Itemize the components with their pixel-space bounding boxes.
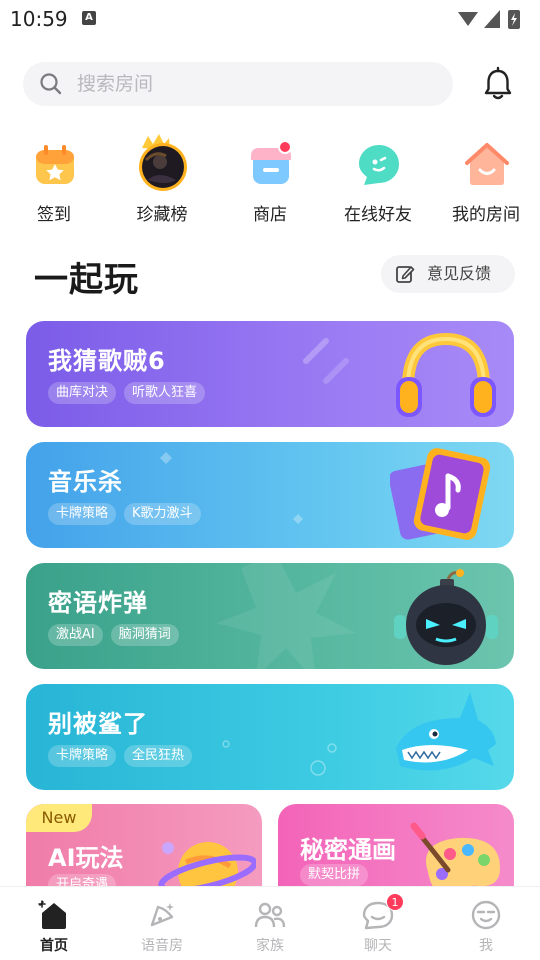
game-tag: 全民狂热 <box>124 745 193 767</box>
headphones-illustration <box>396 332 496 417</box>
game-tag: 卡牌策略 <box>48 745 117 767</box>
game-tag: 默契比拼 <box>300 864 369 886</box>
game-tags: 卡牌策略 K歌力激斗 <box>48 502 209 525</box>
quick-entry-my-room[interactable]: 我的房间 <box>436 138 536 228</box>
tab-chat[interactable]: 1 聊天 <box>324 887 432 960</box>
feedback-button[interactable]: 意见反馈 <box>381 255 515 293</box>
game-card-secret-bomb[interactable]: 密语炸弹 激战AI 脑洞猜词 <box>26 563 514 669</box>
tab-label: 语音房 <box>141 938 183 954</box>
game-tag: 曲库对决 <box>48 382 117 404</box>
bottom-nav: 首页 语音房 家族 1 聊天 我 <box>0 886 540 960</box>
tab-home[interactable]: 首页 <box>0 887 108 960</box>
game-tags: 激战AI 脑洞猜词 <box>48 623 187 646</box>
shark-illustration <box>396 692 496 771</box>
game-tag: 卡牌策略 <box>48 503 117 525</box>
unread-badge: 1 <box>386 893 404 911</box>
quick-entries: 签到 珍藏榜 商店 在线好友 我的房间 <box>0 134 540 228</box>
quick-entry-checkin[interactable]: 签到 <box>4 138 104 228</box>
status-bar: 10:59 A <box>0 0 540 38</box>
game-card-guess-song[interactable]: 我猜歌贼6 曲库对决 听歌人狂喜 <box>26 321 514 427</box>
search-bar[interactable]: 搜索房间 <box>23 62 453 106</box>
game-tag: K歌力激斗 <box>124 503 201 525</box>
quick-entry-collection-rank[interactable]: 珍藏榜 <box>112 134 212 228</box>
voice-room-icon <box>150 903 174 927</box>
game-card-music-kill[interactable]: 音乐杀 卡牌策略 K歌力激斗 <box>26 442 514 548</box>
tab-me[interactable]: 我 <box>432 887 540 960</box>
music-card-illustration <box>390 448 491 540</box>
game-card-shark[interactable]: 别被鲨了 卡牌策略 全民狂热 <box>26 684 514 790</box>
tab-family[interactable]: 家族 <box>216 887 324 960</box>
feedback-label: 意见反馈 <box>427 264 492 283</box>
collection-rank-avatar <box>139 134 187 191</box>
tab-label: 聊天 <box>364 938 392 954</box>
planet-illustration <box>158 842 256 894</box>
game-tag: 听歌人狂喜 <box>124 382 206 404</box>
palette-illustration <box>410 822 500 894</box>
bomb-robot-illustration <box>394 569 498 665</box>
game-title: 音乐杀 <box>48 468 123 496</box>
status-time: 10:59 <box>10 7 68 31</box>
game-title: AI玩法 <box>48 844 124 872</box>
family-icon <box>254 902 286 928</box>
search-icon <box>40 73 62 95</box>
quick-entry-label: 珍藏榜 <box>136 205 188 225</box>
tab-label: 我 <box>479 938 493 954</box>
my-room-icon <box>465 143 509 185</box>
system-status-icons <box>458 10 520 29</box>
quick-entry-label: 商店 <box>253 205 287 225</box>
section-title: 一起玩 <box>34 260 139 300</box>
quick-entry-shop[interactable]: 商店 <box>220 138 320 228</box>
game-tags: 卡牌策略 全民狂热 <box>48 744 200 767</box>
quick-entry-online-friends[interactable]: 在线好友 <box>328 138 428 228</box>
game-tag: 激战AI <box>48 624 103 646</box>
game-title: 我猜歌贼6 <box>48 347 166 375</box>
game-tags: 曲库对决 听歌人狂喜 <box>48 381 213 404</box>
tab-voice-room[interactable]: 语音房 <box>108 887 216 960</box>
home-icon <box>38 900 66 929</box>
game-title: 秘密通画 <box>300 836 396 864</box>
new-badge: New <box>26 804 92 832</box>
checkin-calendar-icon <box>36 145 74 184</box>
tab-label: 家族 <box>256 938 284 954</box>
edit-icon <box>396 266 415 283</box>
game-title: 密语炸弹 <box>48 589 148 617</box>
me-icon <box>471 900 501 930</box>
shop-new-dot <box>278 140 292 154</box>
notification-app-icon: A <box>82 11 96 25</box>
bell-icon[interactable] <box>480 66 516 102</box>
tab-label: 首页 <box>40 938 68 954</box>
game-title: 别被鲨了 <box>48 710 148 738</box>
game-card-ai-play[interactable]: New AI玩法 开启奇遇 <box>26 804 262 894</box>
game-tag: 脑洞猜词 <box>110 624 179 646</box>
search-placeholder: 搜索房间 <box>77 73 154 95</box>
game-card-secret-drawing[interactable]: 秘密通画 默契比拼 <box>278 804 514 894</box>
quick-entry-label: 签到 <box>37 205 71 225</box>
online-friends-icon <box>359 145 399 185</box>
quick-entry-label: 我的房间 <box>452 205 520 225</box>
quick-entry-label: 在线好友 <box>344 205 412 225</box>
